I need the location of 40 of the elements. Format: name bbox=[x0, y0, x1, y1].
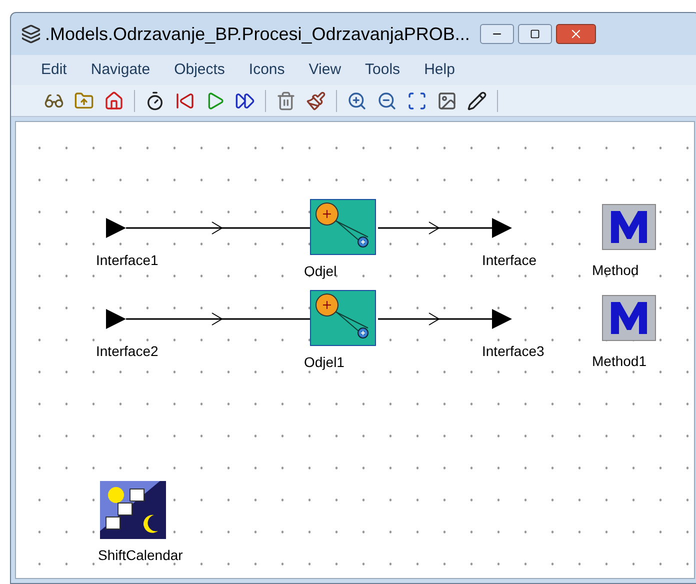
close-button[interactable] bbox=[556, 24, 596, 44]
maximize-icon bbox=[530, 29, 540, 39]
fast-forward-icon[interactable] bbox=[235, 90, 255, 110]
interface-port-icon[interactable] bbox=[106, 218, 126, 238]
menu-item[interactable]: Tools bbox=[365, 58, 400, 82]
rewind-icon[interactable] bbox=[175, 90, 195, 110]
node-label: Method bbox=[592, 261, 639, 280]
zoom-in-icon[interactable] bbox=[347, 90, 367, 110]
node-label: Interface1 bbox=[96, 251, 158, 270]
folder-up-icon[interactable] bbox=[74, 90, 94, 110]
node-label: Odjel bbox=[304, 262, 337, 281]
menu-item[interactable]: Icons bbox=[248, 58, 285, 82]
menu-item[interactable]: View bbox=[308, 58, 342, 82]
window-title: .Models.Odrzavanje_BP.Procesi_OdrzavanjaPROB... bbox=[45, 22, 470, 46]
menu-item[interactable]: Edit bbox=[41, 58, 67, 82]
interface-port-icon[interactable] bbox=[106, 309, 126, 329]
process-icon[interactable] bbox=[310, 199, 376, 255]
menu-item[interactable]: Objects bbox=[174, 58, 225, 82]
trash-icon[interactable] bbox=[276, 90, 296, 110]
node-label: ShiftCalendar bbox=[98, 546, 183, 565]
node-label: Interface bbox=[482, 251, 536, 270]
interface-port-icon[interactable] bbox=[492, 309, 512, 329]
method-icon[interactable] bbox=[602, 295, 656, 341]
home-icon[interactable] bbox=[104, 90, 124, 110]
stopwatch-icon[interactable] bbox=[145, 90, 165, 110]
fit-selection-icon[interactable] bbox=[407, 90, 427, 110]
node-label: Odjel1 bbox=[304, 353, 344, 372]
method-icon[interactable] bbox=[602, 204, 656, 250]
node-label: Interface3 bbox=[482, 342, 544, 361]
menu-item[interactable]: Help bbox=[424, 58, 455, 82]
interface-port-icon[interactable] bbox=[492, 218, 512, 238]
node-label: Interface2 bbox=[96, 342, 158, 361]
node-label: Method1 bbox=[592, 352, 646, 371]
maximize-button[interactable] bbox=[518, 24, 552, 44]
zoom-out-icon[interactable] bbox=[377, 90, 397, 110]
app-icon bbox=[21, 24, 41, 44]
calendar-icon[interactable] bbox=[100, 481, 166, 539]
pencil-icon[interactable] bbox=[467, 90, 487, 110]
menu-item[interactable]: Navigate bbox=[90, 58, 150, 82]
process-icon[interactable] bbox=[310, 290, 376, 346]
